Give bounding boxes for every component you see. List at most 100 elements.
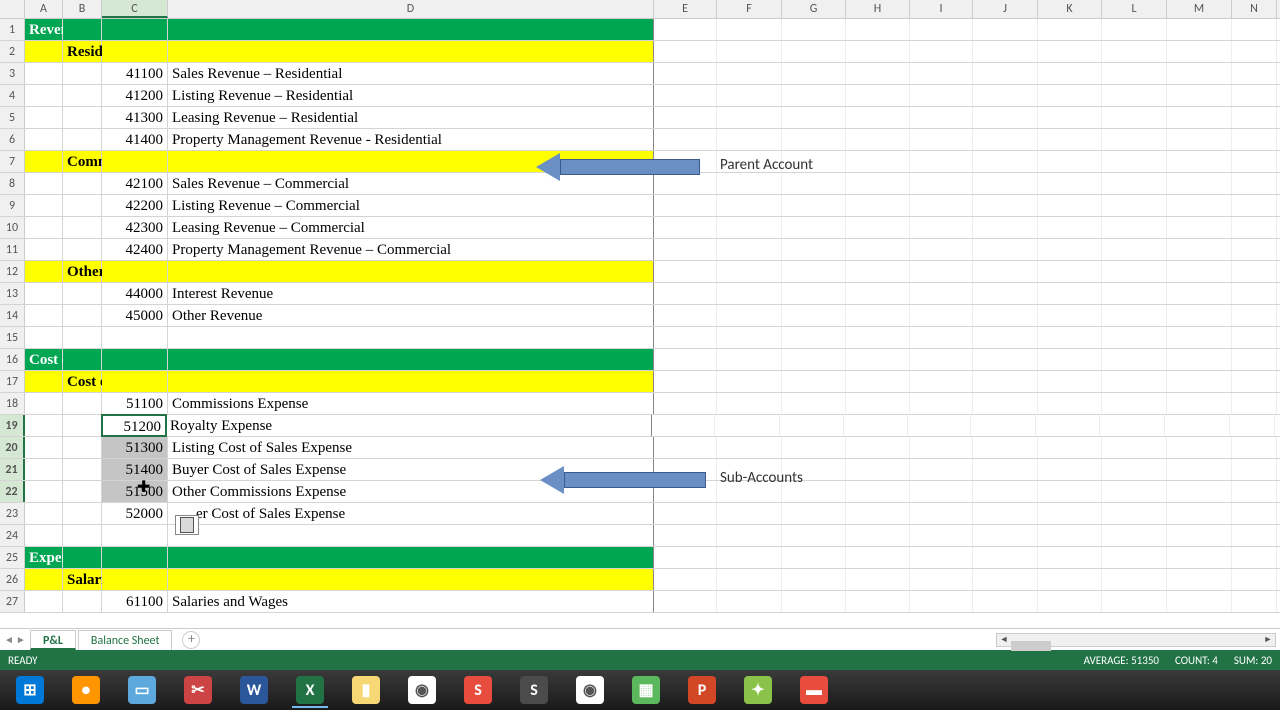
cell-C17[interactable] bbox=[102, 371, 168, 392]
cell-D15[interactable] bbox=[168, 327, 654, 348]
cell-H27[interactable] bbox=[846, 591, 910, 612]
cell-N8[interactable] bbox=[1232, 173, 1277, 194]
cell-F17[interactable] bbox=[717, 371, 782, 392]
cell-I5[interactable] bbox=[910, 107, 973, 128]
cell-B27[interactable] bbox=[63, 591, 102, 612]
cell-N1[interactable] bbox=[1232, 19, 1277, 40]
cell-K8[interactable] bbox=[1038, 173, 1102, 194]
cell-E12[interactable] bbox=[654, 261, 717, 282]
col-header-N[interactable]: N bbox=[1232, 0, 1277, 18]
cell-B8[interactable] bbox=[63, 173, 102, 194]
cell-B17[interactable]: Cost of Sales Expense (51000 - 52999) bbox=[63, 371, 102, 392]
cell-N22[interactable] bbox=[1232, 481, 1277, 502]
cell-N27[interactable] bbox=[1232, 591, 1277, 612]
taskbar-word[interactable]: W bbox=[228, 672, 280, 708]
cell-K5[interactable] bbox=[1038, 107, 1102, 128]
cell-M25[interactable] bbox=[1167, 547, 1232, 568]
cell-E24[interactable] bbox=[654, 525, 717, 546]
cell-E16[interactable] bbox=[654, 349, 717, 370]
cell-A21[interactable] bbox=[25, 459, 63, 480]
cell-L25[interactable] bbox=[1102, 547, 1167, 568]
cell-L9[interactable] bbox=[1102, 195, 1167, 216]
cell-K26[interactable] bbox=[1038, 569, 1102, 590]
col-header-F[interactable]: F bbox=[717, 0, 782, 18]
row-header-6[interactable]: 6 bbox=[0, 129, 25, 150]
cell-J15[interactable] bbox=[973, 327, 1038, 348]
row-header-3[interactable]: 3 bbox=[0, 63, 25, 84]
cell-D3[interactable]: Sales Revenue – Residential bbox=[168, 63, 654, 84]
cell-F2[interactable] bbox=[717, 41, 782, 62]
cell-A14[interactable] bbox=[25, 305, 63, 326]
cell-D23[interactable]: er Cost of Sales Expense bbox=[168, 503, 654, 524]
cell-J2[interactable] bbox=[973, 41, 1038, 62]
cell-A9[interactable] bbox=[25, 195, 63, 216]
cell-A22[interactable] bbox=[25, 481, 63, 502]
cell-N6[interactable] bbox=[1232, 129, 1277, 150]
cell-E19[interactable] bbox=[652, 415, 715, 436]
cell-C23[interactable]: 52000 bbox=[102, 503, 168, 524]
cell-M26[interactable] bbox=[1167, 569, 1232, 590]
row-header-24[interactable]: 24 bbox=[0, 525, 25, 546]
row-header-2[interactable]: 2 bbox=[0, 41, 25, 62]
cell-J8[interactable] bbox=[973, 173, 1038, 194]
cell-E13[interactable] bbox=[654, 283, 717, 304]
cell-K20[interactable] bbox=[1038, 437, 1102, 458]
cell-H26[interactable] bbox=[846, 569, 910, 590]
cell-M20[interactable] bbox=[1167, 437, 1232, 458]
cell-D17[interactable] bbox=[168, 371, 654, 392]
cell-H9[interactable] bbox=[846, 195, 910, 216]
cell-M5[interactable] bbox=[1167, 107, 1232, 128]
tab-pl[interactable]: P&L bbox=[30, 630, 76, 650]
cell-I7[interactable] bbox=[910, 151, 973, 172]
cell-A1[interactable]: Revenues bbox=[25, 19, 63, 40]
cell-D26[interactable] bbox=[168, 569, 654, 590]
cell-A10[interactable] bbox=[25, 217, 63, 238]
cell-I13[interactable] bbox=[910, 283, 973, 304]
row-header-23[interactable]: 23 bbox=[0, 503, 25, 524]
cell-M3[interactable] bbox=[1167, 63, 1232, 84]
cell-G16[interactable] bbox=[782, 349, 846, 370]
cell-E2[interactable] bbox=[654, 41, 717, 62]
cell-L26[interactable] bbox=[1102, 569, 1167, 590]
cell-C9[interactable]: 42200 bbox=[102, 195, 168, 216]
cell-D4[interactable]: Listing Revenue – Residential bbox=[168, 85, 654, 106]
cell-A17[interactable] bbox=[25, 371, 63, 392]
cell-L27[interactable] bbox=[1102, 591, 1167, 612]
cell-H6[interactable] bbox=[846, 129, 910, 150]
cell-L3[interactable] bbox=[1102, 63, 1167, 84]
cell-K24[interactable] bbox=[1038, 525, 1102, 546]
taskbar-app2[interactable]: ▦ bbox=[620, 672, 672, 708]
cell-G17[interactable] bbox=[782, 371, 846, 392]
cell-K9[interactable] bbox=[1038, 195, 1102, 216]
cell-C26[interactable] bbox=[102, 569, 168, 590]
cell-J14[interactable] bbox=[973, 305, 1038, 326]
cell-D9[interactable]: Listing Revenue – Commercial bbox=[168, 195, 654, 216]
cell-N2[interactable] bbox=[1232, 41, 1277, 62]
cell-B2[interactable]: Residential Revenue (41000 - 41999) bbox=[63, 41, 102, 62]
cell-G2[interactable] bbox=[782, 41, 846, 62]
cell-I10[interactable] bbox=[910, 217, 973, 238]
spreadsheet-grid[interactable]: 1Revenues2Residential Revenue (41000 - 4… bbox=[0, 19, 1280, 628]
cell-C15[interactable] bbox=[102, 327, 168, 348]
col-header-L[interactable]: L bbox=[1102, 0, 1167, 18]
cell-E18[interactable] bbox=[654, 393, 717, 414]
cell-J22[interactable] bbox=[973, 481, 1038, 502]
cell-C5[interactable]: 41300 bbox=[102, 107, 168, 128]
cell-M8[interactable] bbox=[1167, 173, 1232, 194]
cell-K12[interactable] bbox=[1038, 261, 1102, 282]
cell-B5[interactable] bbox=[63, 107, 102, 128]
cell-I14[interactable] bbox=[910, 305, 973, 326]
cell-I18[interactable] bbox=[910, 393, 973, 414]
cell-N17[interactable] bbox=[1232, 371, 1277, 392]
row-header-13[interactable]: 13 bbox=[0, 283, 25, 304]
row-header-16[interactable]: 16 bbox=[0, 349, 25, 370]
cell-D27[interactable]: Salaries and Wages bbox=[168, 591, 654, 612]
cell-D2[interactable] bbox=[168, 41, 654, 62]
cell-B24[interactable] bbox=[63, 525, 102, 546]
cell-N19[interactable] bbox=[1230, 415, 1275, 436]
col-header-G[interactable]: G bbox=[782, 0, 846, 18]
cell-F18[interactable] bbox=[717, 393, 782, 414]
cell-I26[interactable] bbox=[910, 569, 973, 590]
cell-F11[interactable] bbox=[717, 239, 782, 260]
cell-N9[interactable] bbox=[1232, 195, 1277, 216]
